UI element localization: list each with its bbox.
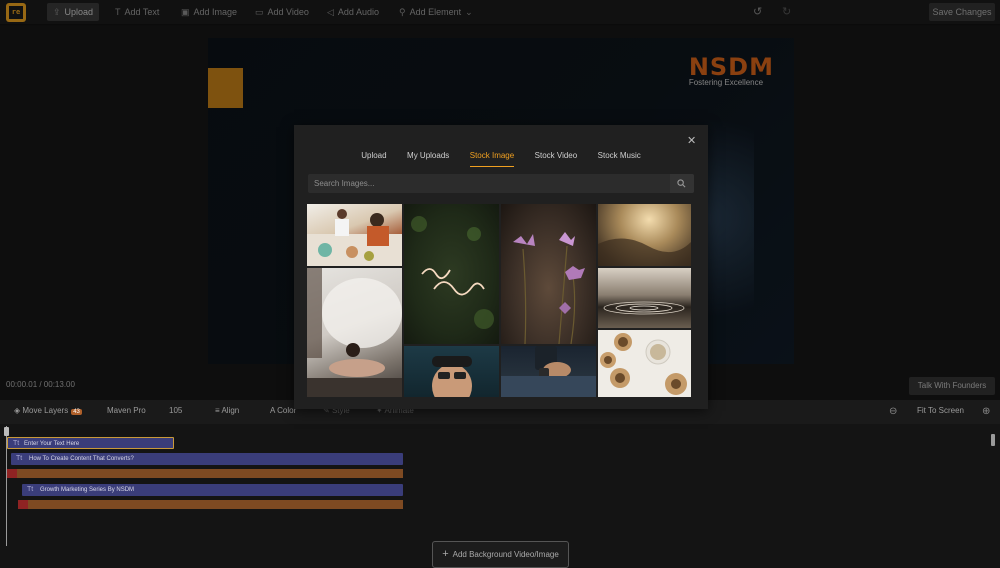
orange-shape[interactable] bbox=[208, 68, 243, 108]
stock-image-woman-smoke[interactable] bbox=[307, 268, 402, 397]
stock-image-water-ripples[interactable] bbox=[598, 268, 691, 328]
search-icon bbox=[677, 179, 686, 188]
color-button[interactable]: A Color bbox=[270, 406, 296, 415]
timecode: 00:00.01 / 00:13.00 bbox=[6, 380, 75, 389]
editor-bottom-panel: ◈ Move Layers 43 Maven Pro 105 ≡ Align A … bbox=[0, 400, 1000, 568]
layer-count-badge: 43 bbox=[71, 409, 82, 415]
image-content bbox=[598, 238, 691, 266]
tab-upload[interactable]: Upload bbox=[361, 151, 386, 166]
track-text-1[interactable]: Tt Enter Your Text Here bbox=[7, 437, 174, 449]
layers-icon: ◈ bbox=[14, 406, 21, 415]
image-content bbox=[307, 268, 402, 397]
playhead-handle[interactable] bbox=[4, 427, 9, 436]
app-logo[interactable]: re bbox=[6, 3, 26, 22]
video-icon: ▭ bbox=[255, 7, 264, 17]
brand-logo[interactable]: NSDM Fostering Excellence bbox=[689, 54, 774, 87]
media-tabs: Upload My Uploads Stock Image Stock Vide… bbox=[294, 145, 708, 167]
element-icon: ⚲ bbox=[399, 7, 406, 17]
fit-to-screen-button[interactable]: Fit To Screen bbox=[917, 406, 964, 415]
align-icon: ≡ bbox=[215, 406, 220, 415]
stock-image-neon-breathe[interactable] bbox=[404, 204, 499, 344]
track-marker bbox=[7, 469, 17, 478]
search-input[interactable] bbox=[314, 177, 664, 190]
tab-stock-image[interactable]: Stock Image bbox=[469, 151, 515, 167]
track-media-2[interactable] bbox=[18, 500, 403, 509]
upload-button[interactable]: ⇪ Upload bbox=[47, 3, 100, 21]
stock-image-people-dinner[interactable] bbox=[307, 204, 402, 266]
move-layers-button[interactable]: ◈ Move Layers 43 bbox=[14, 406, 82, 415]
tab-stock-video[interactable]: Stock Video bbox=[535, 151, 578, 166]
text-icon: T bbox=[115, 7, 121, 17]
add-element-button[interactable]: ⚲ Add Element ⌄ bbox=[393, 3, 483, 21]
brand-title: NSDM bbox=[688, 53, 774, 81]
font-size-select[interactable]: 105 bbox=[169, 406, 182, 415]
top-toolbar: re ⇪ Upload T Add Text ▣ Add Image ▭ Add Vid… bbox=[0, 0, 1000, 25]
image-content bbox=[411, 216, 494, 329]
text-track-icon: Tt bbox=[16, 455, 23, 462]
add-text-button[interactable]: T Add Text bbox=[109, 3, 165, 21]
add-image-button[interactable]: ▣ Add Image bbox=[175, 3, 243, 21]
font-family-select[interactable]: Maven Pro bbox=[107, 406, 146, 415]
image-content bbox=[307, 209, 402, 266]
image-icon: ▣ bbox=[181, 7, 190, 17]
image-content bbox=[603, 301, 685, 315]
zoom-in-icon[interactable]: ⊕ bbox=[982, 406, 990, 417]
audio-icon: ◁ bbox=[327, 7, 334, 17]
stock-image-grid bbox=[307, 204, 691, 397]
track-label: Enter Your Text Here bbox=[24, 441, 80, 447]
timeline-scrollbar[interactable] bbox=[991, 434, 995, 446]
chevron-down-icon: ⌄ bbox=[465, 7, 473, 17]
stock-image-misty-sunlight[interactable] bbox=[598, 204, 691, 266]
zoom-out-icon[interactable]: ⊖ bbox=[889, 406, 897, 417]
stock-image-coffee-cookies[interactable] bbox=[598, 330, 691, 397]
track-media-1[interactable] bbox=[7, 469, 403, 478]
image-content bbox=[501, 346, 596, 397]
image-content bbox=[600, 333, 687, 395]
add-background-button[interactable]: + Add Background Video/Image bbox=[432, 541, 569, 568]
text-track-icon: Tt bbox=[13, 440, 20, 447]
redo-icon[interactable]: ↻ bbox=[782, 5, 791, 18]
color-icon: A bbox=[270, 406, 275, 415]
media-picker-modal: ✕ Upload My Uploads Stock Image Stock Vi… bbox=[294, 125, 708, 409]
timeline[interactable]: Tt Enter Your Text Here Tt How To Create C… bbox=[0, 426, 1000, 568]
text-track-icon: Tt bbox=[27, 486, 34, 493]
upload-icon: ⇪ bbox=[53, 7, 61, 17]
align-button[interactable]: ≡ Align bbox=[215, 406, 239, 415]
track-label: How To Create Content That Converts? bbox=[29, 456, 134, 462]
track-text-3[interactable]: Tt Growth Marketing Series By NSDM bbox=[22, 484, 403, 496]
tab-my-uploads[interactable]: My Uploads bbox=[407, 151, 449, 166]
talk-with-founders-button[interactable]: Talk With Founders bbox=[909, 377, 995, 395]
add-video-button[interactable]: ▭ Add Video bbox=[249, 3, 315, 21]
track-text-2[interactable]: Tt How To Create Content That Converts? bbox=[11, 453, 403, 465]
track-label: Growth Marketing Series By NSDM bbox=[40, 487, 135, 493]
stock-image-pink-flowers[interactable] bbox=[501, 204, 596, 344]
undo-icon[interactable]: ↺ bbox=[753, 5, 762, 18]
search-bar bbox=[308, 174, 694, 193]
add-audio-button[interactable]: ◁ Add Audio bbox=[321, 3, 385, 21]
tab-stock-music[interactable]: Stock Music bbox=[598, 151, 641, 166]
save-changes-button[interactable]: Save Changes bbox=[929, 3, 995, 21]
search-button[interactable] bbox=[670, 174, 694, 193]
image-content bbox=[432, 356, 472, 397]
brand-subtitle: Fostering Excellence bbox=[688, 78, 764, 87]
logo-text: re bbox=[9, 6, 23, 19]
track-marker bbox=[18, 500, 28, 509]
stock-image-man-sunglasses[interactable] bbox=[404, 346, 499, 397]
image-content bbox=[513, 232, 585, 344]
stock-image-man-phone[interactable] bbox=[501, 346, 596, 397]
